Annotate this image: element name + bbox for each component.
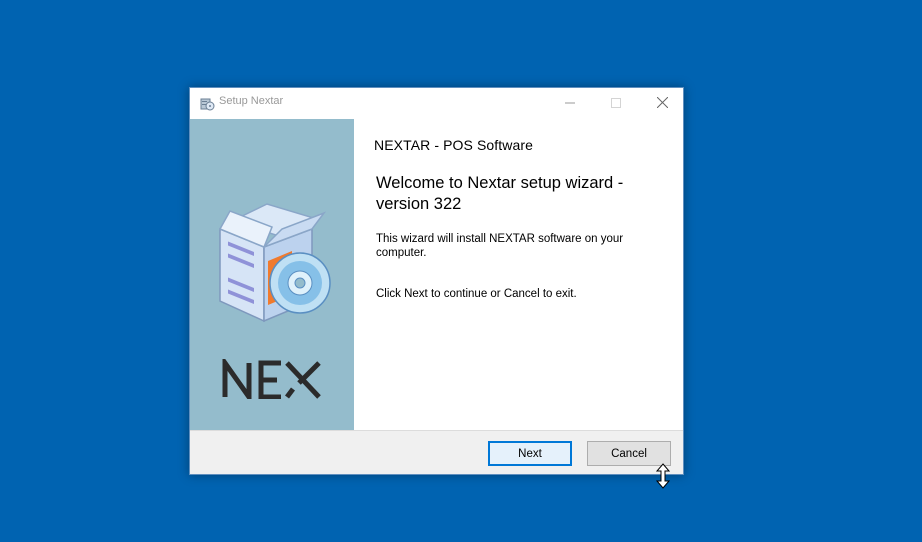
navigation-hint: Click Next to continue or Cancel to exit… <box>376 288 577 300</box>
close-icon <box>656 97 668 108</box>
wizard-content: NEXTAR - POS Software Welcome to Nextar … <box>354 119 683 430</box>
install-description: This wizard will install NEXTAR software… <box>376 233 624 259</box>
nextar-logo <box>221 355 325 405</box>
close-button[interactable] <box>639 88 685 117</box>
button-bar: Next Cancel <box>190 430 683 474</box>
minimize-button[interactable] <box>547 88 593 117</box>
window-title: Setup Nextar <box>219 95 284 107</box>
title-bar[interactable]: Setup Nextar <box>190 88 683 119</box>
wizard-side-panel <box>190 119 354 430</box>
resize-vertical-cursor <box>655 463 671 493</box>
product-title: NEXTAR - POS Software <box>374 137 533 153</box>
maximize-button[interactable] <box>593 88 639 117</box>
software-box-cd-icon <box>212 199 342 333</box>
next-button[interactable]: Next <box>488 441 572 466</box>
maximize-icon <box>611 97 621 108</box>
welcome-heading: Welcome to Nextar setup wizard - version… <box>376 174 624 213</box>
installer-icon <box>199 95 215 111</box>
minimize-icon <box>565 102 575 103</box>
setup-window: Setup Nextar NEXTAR - POS Software Welco… <box>189 87 684 475</box>
